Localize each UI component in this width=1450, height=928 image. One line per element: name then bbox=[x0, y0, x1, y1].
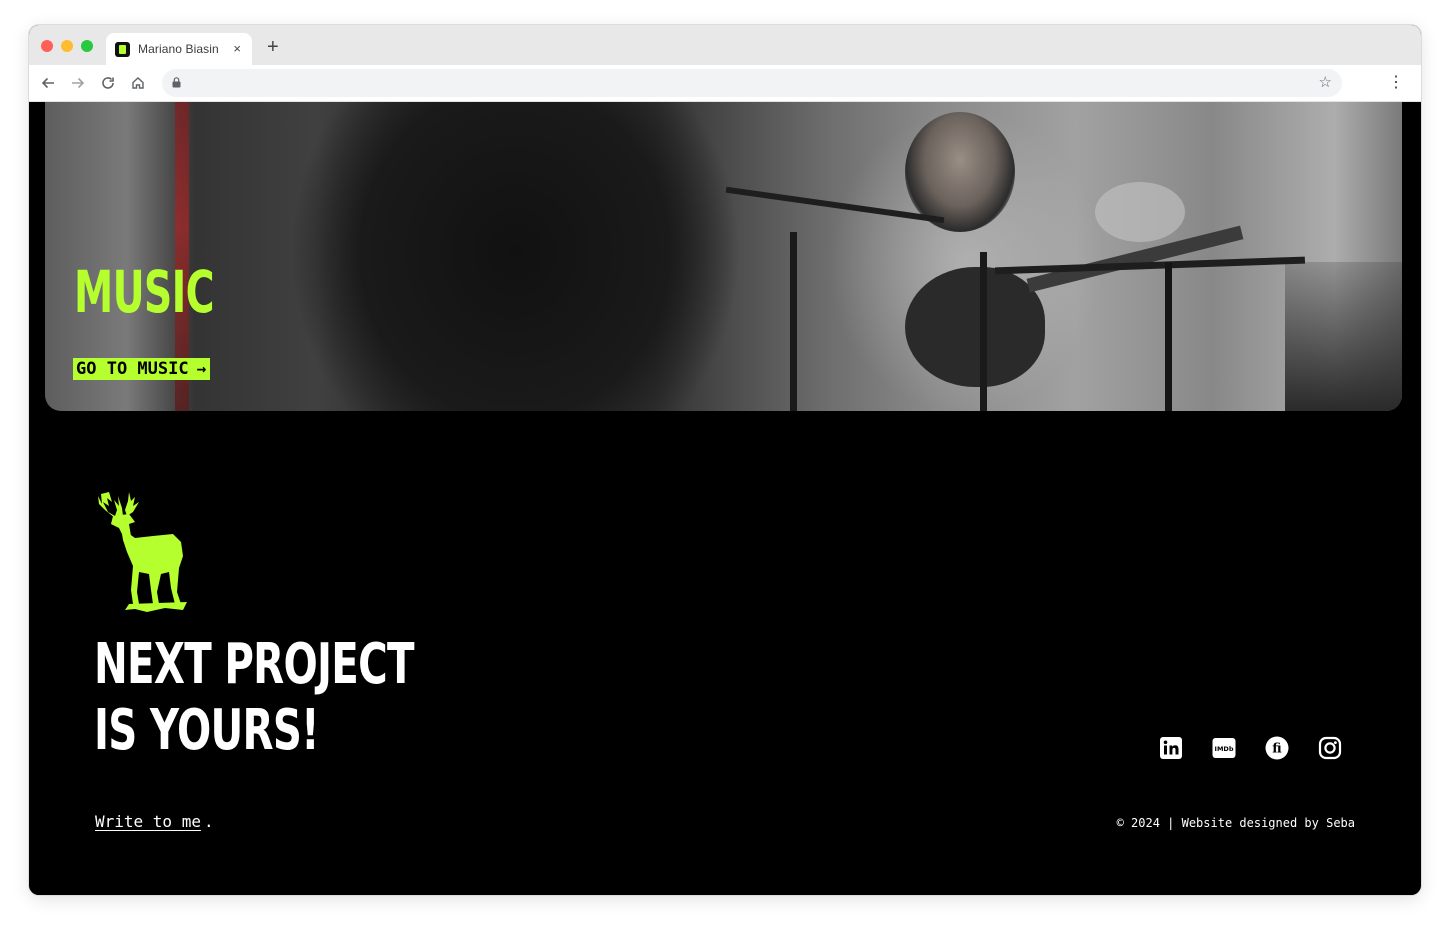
home-icon[interactable] bbox=[129, 74, 147, 92]
copyright-text: © 2024 | Website designed by Seba bbox=[1116, 816, 1355, 830]
tab-close-icon[interactable]: × bbox=[233, 41, 241, 57]
tab-title: Mariano Biasin bbox=[138, 42, 219, 56]
music-hero-banner[interactable]: MUSIC GO TO MUSIC → bbox=[45, 102, 1402, 411]
new-tab-button[interactable]: + bbox=[267, 36, 279, 58]
go-to-music-button[interactable]: GO TO MUSIC → bbox=[73, 358, 211, 380]
filmaffinity-icon[interactable]: fi bbox=[1265, 736, 1289, 760]
maximize-window-button[interactable] bbox=[81, 40, 93, 52]
instagram-icon[interactable] bbox=[1318, 736, 1342, 760]
linkedin-icon[interactable] bbox=[1159, 736, 1183, 760]
lock-icon bbox=[172, 77, 181, 88]
hero-photo-detail bbox=[980, 252, 987, 411]
headline-line-2: IS YOURS! bbox=[94, 698, 320, 763]
hero-photo-detail bbox=[1165, 262, 1172, 411]
hero-photo-detail bbox=[905, 267, 1045, 387]
kebab-menu-icon[interactable]: ⋮ bbox=[1388, 74, 1404, 92]
write-to-me-link[interactable]: Write to me bbox=[95, 812, 201, 831]
imdb-icon-text: IMDb bbox=[1215, 745, 1234, 753]
hero-title: MUSIC bbox=[74, 258, 215, 326]
close-window-button[interactable] bbox=[41, 40, 53, 52]
deer-logo-icon bbox=[98, 492, 187, 612]
write-to-me-period: . bbox=[204, 812, 214, 831]
page-content: MUSIC GO TO MUSIC → NEXT PROJECT IS YOUR… bbox=[29, 102, 1421, 895]
browser-toolbar: ☆ ⋮ bbox=[29, 65, 1421, 102]
minimize-window-button[interactable] bbox=[61, 40, 73, 52]
hero-photo-detail bbox=[1285, 262, 1402, 411]
go-to-music-label: GO TO MUSIC bbox=[76, 359, 189, 379]
address-bar[interactable]: ☆ bbox=[162, 69, 1342, 97]
browser-window: Mariano Biasin × + ☆ ⋮ MUSIC GO TO MUSIC… bbox=[29, 25, 1421, 895]
imdb-icon[interactable]: IMDb bbox=[1212, 736, 1236, 760]
arrow-right-icon: → bbox=[196, 359, 207, 378]
tab-strip: Mariano Biasin × + bbox=[29, 25, 1421, 65]
hero-photo-detail bbox=[1095, 182, 1185, 242]
star-icon[interactable]: ☆ bbox=[1319, 73, 1332, 91]
arrow-left-icon[interactable] bbox=[39, 74, 57, 92]
social-links: IMDb fi bbox=[1159, 736, 1342, 760]
headline-line-1: NEXT PROJECT bbox=[94, 632, 415, 697]
hero-photo-detail bbox=[790, 232, 797, 411]
deer-favicon-icon bbox=[115, 41, 130, 57]
arrow-right-icon[interactable] bbox=[69, 74, 87, 92]
browser-tab[interactable]: Mariano Biasin × bbox=[106, 33, 252, 65]
next-project-headline: NEXT PROJECT IS YOURS! bbox=[94, 632, 415, 764]
filmaffinity-icon-text: fi bbox=[1272, 742, 1282, 757]
reload-icon[interactable] bbox=[99, 74, 117, 92]
